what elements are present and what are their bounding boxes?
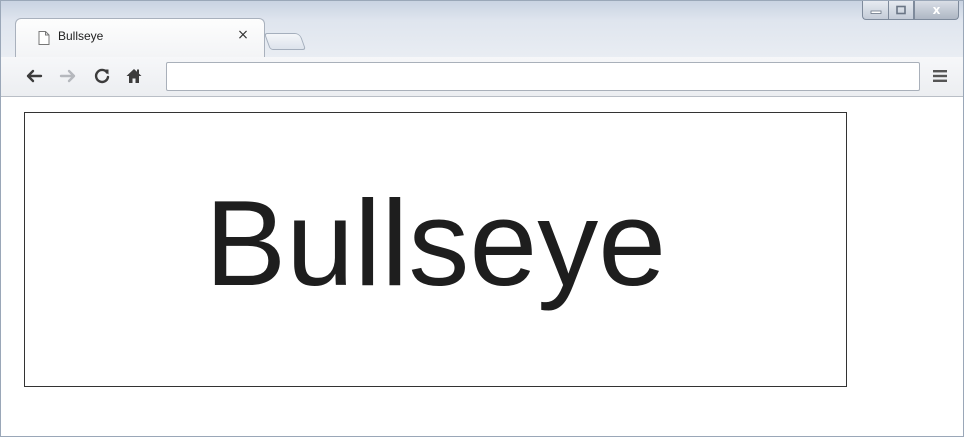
back-button[interactable] [23, 65, 45, 87]
tab-strip: Bullseye × x [1, 1, 963, 57]
window-controls: x [862, 1, 959, 21]
bullseye-box: Bullseye [24, 112, 847, 387]
tab-bullseye[interactable]: Bullseye × [15, 18, 265, 57]
menu-button[interactable] [931, 67, 949, 85]
document-icon [38, 30, 50, 45]
home-button[interactable] [123, 65, 145, 87]
forward-arrow-icon [59, 69, 76, 83]
close-icon: x [932, 3, 941, 17]
restore-icon [896, 5, 906, 15]
page-viewport: Bullseye [1, 97, 963, 436]
back-arrow-icon [26, 69, 43, 83]
tab-title: Bullseye [58, 29, 104, 43]
menu-icon [933, 70, 947, 82]
reload-icon [94, 68, 110, 84]
minimize-button[interactable] [862, 1, 888, 20]
home-icon [126, 69, 142, 83]
browser-window: Bullseye × x Bullseye [0, 0, 964, 437]
tab-close-icon[interactable]: × [235, 27, 251, 43]
forward-button[interactable] [57, 65, 79, 87]
page-heading: Bullseye [204, 174, 667, 311]
new-tab-button[interactable] [263, 33, 307, 50]
reload-button[interactable] [91, 65, 113, 87]
address-bar[interactable] [166, 62, 920, 91]
browser-toolbar [1, 57, 963, 97]
maximize-button[interactable] [888, 1, 914, 20]
minimize-icon [870, 10, 881, 14]
close-window-button[interactable]: x [914, 1, 959, 20]
